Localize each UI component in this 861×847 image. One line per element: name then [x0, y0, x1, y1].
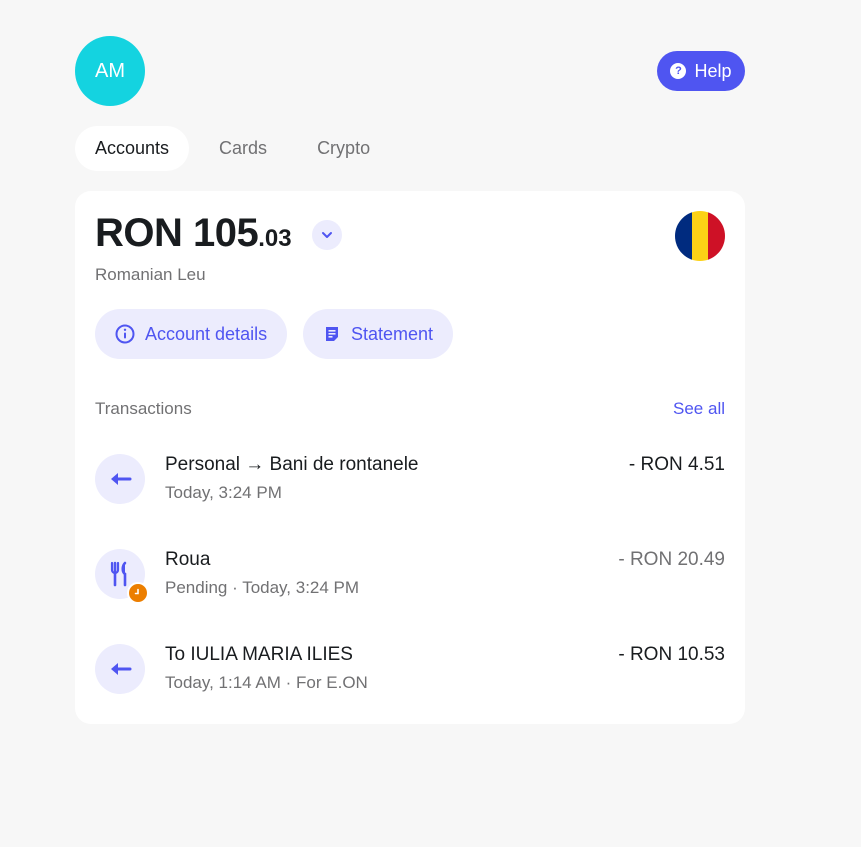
balance-main: RON 105: [95, 211, 259, 255]
balance-decimal: .03: [258, 225, 292, 252]
tab-crypto[interactable]: Crypto: [297, 126, 390, 171]
tab-accounts-label: Accounts: [95, 138, 170, 158]
transaction-icon: [95, 644, 145, 694]
arrow-left-icon: [111, 663, 132, 675]
transaction-row[interactable]: Personal → Bani de rontanele Today, 3:24…: [95, 449, 725, 509]
tab-accounts[interactable]: Accounts: [75, 126, 190, 171]
account-card: RON 105 .03 Romanian Leu Account details…: [75, 191, 745, 724]
transaction-title: Roua: [165, 549, 211, 570]
account-details-label: Account details: [145, 323, 268, 344]
romania-flag-icon: [675, 211, 725, 261]
help-label: Help: [694, 60, 732, 81]
info-icon: [115, 324, 135, 344]
transaction-icon: [95, 454, 145, 504]
transaction-subtitle: Today, 1:14 AM · For E.ON: [165, 673, 368, 692]
tab-crypto-label: Crypto: [317, 138, 371, 158]
transaction-amount: - RON 10.53: [618, 644, 725, 665]
account-details-button[interactable]: Account details: [95, 309, 288, 359]
transaction-title: To IULIA MARIA ILIES: [165, 644, 353, 665]
chevron-down-icon: [322, 232, 332, 238]
arrow-left-icon: [111, 473, 132, 485]
tab-cards-label: Cards: [219, 138, 268, 158]
see-all-link[interactable]: See all: [673, 399, 725, 419]
statement-button[interactable]: Statement: [303, 309, 454, 359]
avatar[interactable]: AM: [75, 36, 145, 106]
fork-knife-icon: [110, 561, 127, 587]
currency-name: Romanian Leu: [95, 265, 206, 284]
transaction-amount: - RON 20.49: [618, 549, 725, 570]
document-icon: [326, 327, 338, 341]
transaction-row[interactable]: To IULIA MARIA ILIES Today, 1:14 AM · Fo…: [95, 639, 725, 699]
transaction-amount: - RON 4.51: [628, 454, 725, 475]
transaction-subtitle: Pending · Today, 3:24 PM: [165, 578, 360, 597]
statement-label: Statement: [351, 323, 434, 344]
question-icon: ?: [670, 63, 687, 79]
tab-cards[interactable]: Cards: [199, 126, 287, 171]
balance: RON 105 .03: [95, 211, 292, 256]
help-button[interactable]: ? Help: [657, 51, 745, 91]
transaction-title: Personal → Bani de rontanele: [165, 454, 419, 475]
tab-bar: Accounts Cards Crypto: [75, 126, 400, 171]
pending-clock-icon: [127, 582, 149, 604]
transaction-row[interactable]: Roua Pending · Today, 3:24 PM - RON 20.4…: [95, 544, 725, 604]
avatar-initials: AM: [95, 59, 125, 82]
account-switcher-button[interactable]: [312, 220, 342, 250]
transactions-heading: Transactions: [95, 399, 192, 418]
transaction-subtitle: Today, 3:24 PM: [165, 483, 282, 502]
